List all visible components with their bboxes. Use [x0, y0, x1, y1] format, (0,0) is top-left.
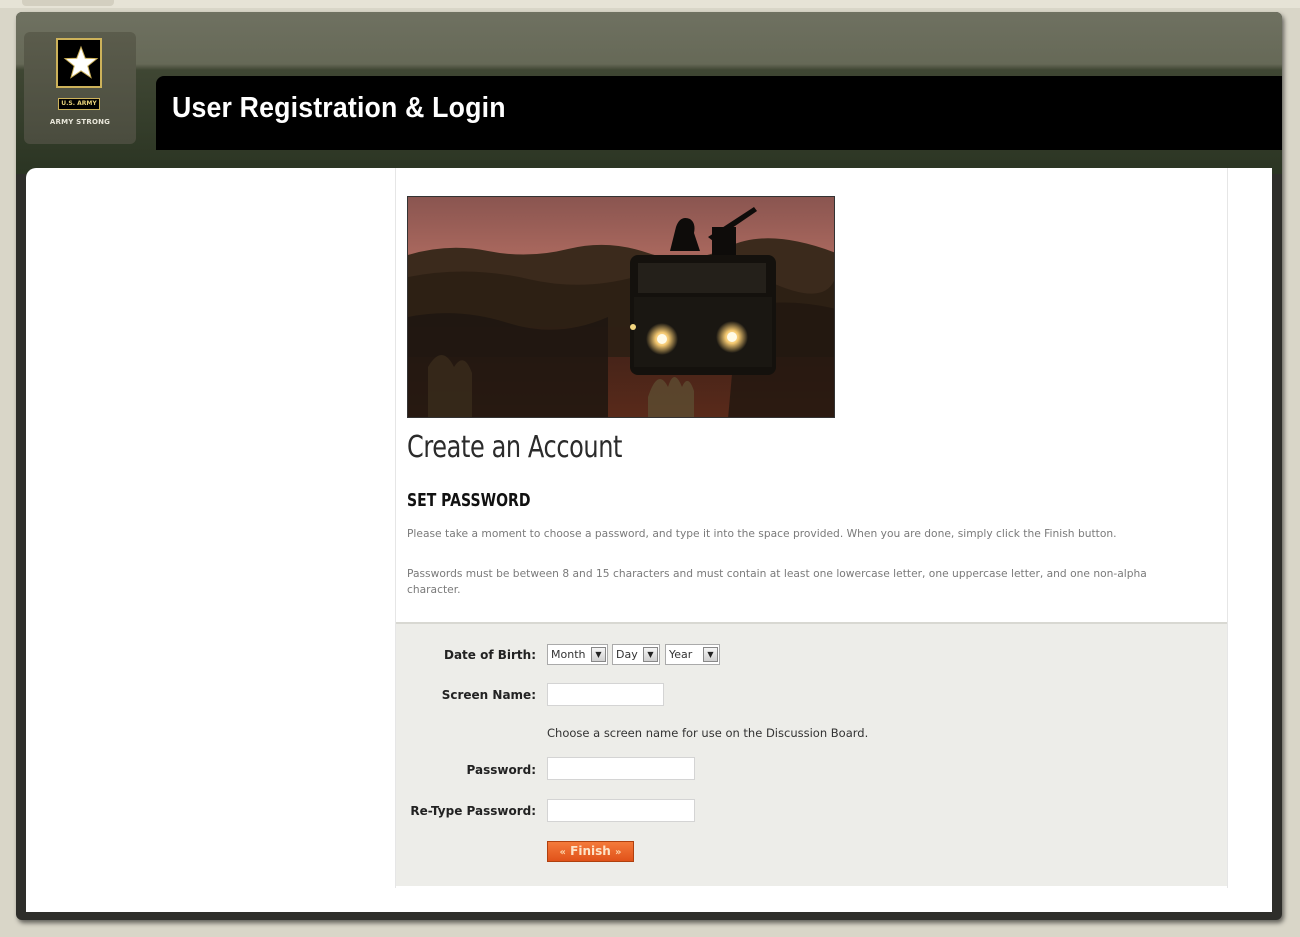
right-chevron-icon: »	[615, 847, 622, 858]
instruction-text: Please take a moment to choose a passwor…	[407, 527, 1117, 540]
section-title: SET PASSWORD	[407, 490, 531, 511]
screen-name-label: Screen Name:	[441, 688, 536, 702]
screen-name-hint: Choose a screen name for use on the Disc…	[547, 726, 869, 740]
logo-tag: U.S. ARMY	[58, 98, 100, 110]
content-area: Create an Account SET PASSWORD Please ta…	[26, 168, 1272, 912]
chevron-down-icon: ▼	[643, 647, 658, 662]
star-icon	[56, 38, 102, 88]
finish-button[interactable]: « Finish »	[547, 841, 634, 862]
create-account-heading: Create an Account	[407, 430, 623, 465]
chevron-down-icon: ▼	[591, 647, 606, 662]
dob-year-value: Year	[669, 648, 693, 661]
screen-name-input[interactable]	[547, 683, 664, 706]
finish-button-label: Finish	[570, 844, 611, 858]
dob-day-value: Day	[616, 648, 638, 661]
army-logo[interactable]: U.S. ARMY ARMY STRONG	[24, 32, 136, 144]
password-input[interactable]	[547, 757, 695, 780]
hero-image	[407, 196, 835, 418]
chevron-down-icon: ▼	[703, 647, 718, 662]
left-chevron-icon: «	[559, 847, 566, 858]
dob-day-select[interactable]: Day ▼	[612, 644, 660, 665]
dob-month-value: Month	[551, 648, 586, 661]
top-strip	[0, 0, 1300, 8]
tab-stub	[22, 0, 114, 6]
password-label: Password:	[466, 763, 537, 777]
dob-year-select[interactable]: Year ▼	[665, 644, 720, 665]
header: U.S. ARMY ARMY STRONG User Registration …	[16, 12, 1282, 174]
password-rules-text: Passwords must be between 8 and 15 chara…	[407, 567, 1147, 596]
registration-panel: Create an Account SET PASSWORD Please ta…	[395, 168, 1228, 888]
title-bar: User Registration & Login	[156, 76, 1282, 150]
dob-label: Date of Birth:	[443, 648, 536, 662]
page-title: User Registration & Login	[172, 92, 506, 124]
window-frame: U.S. ARMY ARMY STRONG User Registration …	[16, 12, 1282, 920]
logo-slogan: ARMY STRONG	[49, 118, 111, 126]
retype-password-label: Re-Type Password:	[410, 804, 536, 818]
dob-month-select[interactable]: Month ▼	[547, 644, 608, 665]
retype-password-input[interactable]	[547, 799, 695, 822]
registration-form: Date of Birth: Month ▼ Day ▼ Year ▼ Scre…	[396, 622, 1227, 886]
